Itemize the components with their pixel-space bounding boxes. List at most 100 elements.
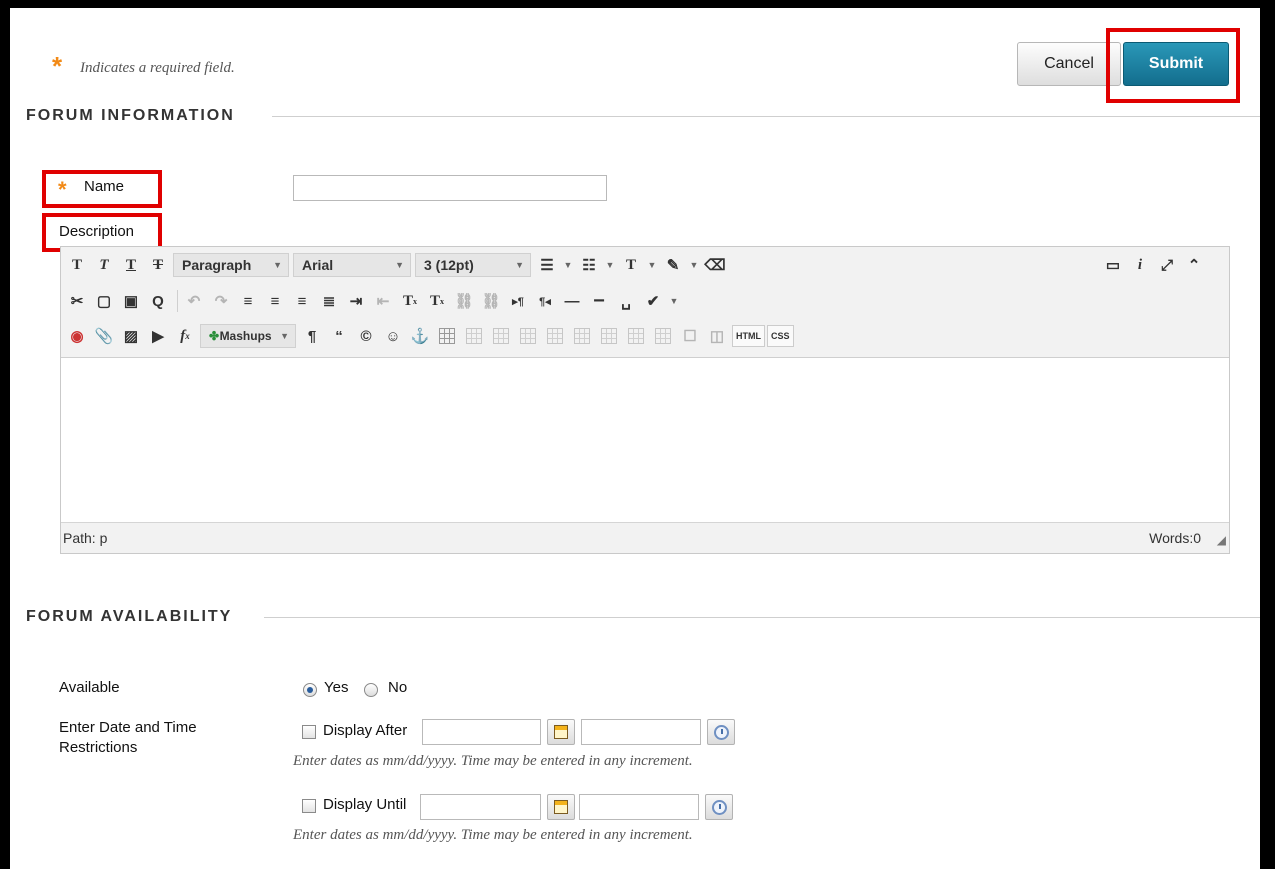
paste-icon[interactable]: ▣ [119, 289, 143, 313]
forum-availability-heading: FORUM AVAILABILITY [26, 608, 233, 625]
align-right-icon[interactable]: ≡ [290, 289, 314, 313]
align-justify-icon[interactable]: ≣ [317, 289, 341, 313]
chevron-down-icon[interactable]: ▼ [604, 260, 616, 270]
required-star-icon: * [58, 177, 67, 202]
submit-highlight-box [1106, 28, 1240, 103]
nonbreaking-space-icon[interactable]: ␣ [614, 289, 638, 313]
table-grid-glyph [601, 328, 617, 344]
html-source-button[interactable]: HTML [732, 325, 765, 347]
indent-icon[interactable]: ⇥ [344, 289, 368, 313]
table-row-props-icon[interactable] [462, 324, 486, 348]
toolbar-row-1: T T T T Paragraph ▼ Arial ▼ 3 (12pt) ▼ ☰ ▼ ☷… [65, 251, 730, 279]
redo-icon[interactable]: ↷ [209, 289, 233, 313]
mashups-logo-icon: ✤ [209, 329, 220, 343]
record-media-icon[interactable]: ◉ [65, 324, 89, 348]
display-until-date-input[interactable] [420, 794, 541, 820]
paragraph-mark-icon[interactable]: ¶ [300, 324, 324, 348]
thick-rule-icon[interactable]: − [587, 289, 611, 313]
toolbar-right-icons: ▭ i ⤢ ⌃ [1101, 251, 1209, 279]
anchor-icon[interactable]: ⚓ [408, 324, 432, 348]
date-hint-text: Enter dates as mm/dd/yyyy. Time may be e… [293, 753, 693, 769]
undo-icon[interactable]: ↶ [182, 289, 206, 313]
resize-handle-icon[interactable]: ◢ [1217, 533, 1226, 547]
fullscreen-icon[interactable]: ⤢ [1155, 253, 1179, 277]
display-until-time-input[interactable] [579, 794, 699, 820]
calendar-icon [554, 800, 568, 814]
outdent-icon[interactable]: ⇤ [371, 289, 395, 313]
insert-link-icon[interactable]: ⛓ [452, 289, 476, 313]
chevron-down-icon[interactable]: ▼ [646, 260, 658, 270]
collapse-toolbar-icon[interactable]: ⌃ [1182, 253, 1206, 277]
available-no-radio[interactable] [364, 683, 378, 697]
available-yes-label: Yes [324, 679, 349, 696]
insert-col-after-icon[interactable] [624, 324, 648, 348]
highlight-pen-icon[interactable]: ✎ [661, 253, 685, 277]
table-grid-glyph [493, 328, 509, 344]
superscript-icon[interactable]: Tx [398, 289, 422, 313]
split-cells-icon[interactable]: ☐ [678, 324, 702, 348]
name-input[interactable] [293, 175, 607, 201]
insert-media-icon[interactable]: ▶ [146, 324, 170, 348]
table-cell-props-icon[interactable] [489, 324, 513, 348]
blockquote-icon[interactable]: “ [327, 324, 351, 348]
display-until-calendar-button[interactable] [547, 794, 575, 820]
preview-monitor-icon[interactable]: ▭ [1101, 253, 1125, 277]
numbered-list-icon[interactable]: ☷ [577, 253, 601, 277]
available-yes-radio[interactable] [303, 683, 317, 697]
date-hint-text: Enter dates as mm/dd/yyyy. Time may be e… [293, 827, 693, 843]
font-size-select[interactable]: 3 (12pt) ▼ [415, 253, 531, 277]
insert-image-icon[interactable]: ▨ [119, 324, 143, 348]
rtl-direction-icon[interactable]: ¶◂ [533, 289, 557, 313]
table-grid-glyph [466, 328, 482, 344]
display-after-checkbox[interactable] [302, 725, 316, 739]
chevron-down-icon[interactable]: ▼ [668, 296, 680, 306]
display-after-calendar-button[interactable] [547, 719, 575, 745]
align-center-icon[interactable]: ≡ [263, 289, 287, 313]
chevron-down-icon[interactable]: ▼ [562, 260, 574, 270]
delete-col-icon[interactable] [651, 324, 675, 348]
delete-row-icon[interactable] [570, 324, 594, 348]
eraser-icon[interactable]: ⌫ [703, 253, 727, 277]
align-left-icon[interactable]: ≡ [236, 289, 260, 313]
paragraph-format-select[interactable]: Paragraph ▼ [173, 253, 289, 277]
available-no-label: No [388, 679, 408, 696]
bullet-list-icon[interactable]: ☰ [535, 253, 559, 277]
display-until-checkbox[interactable] [302, 799, 316, 813]
info-icon[interactable]: i [1128, 253, 1152, 277]
insert-row-before-icon[interactable] [516, 324, 540, 348]
display-until-time-button[interactable] [705, 794, 733, 820]
unlink-icon[interactable]: ⛓ [479, 289, 503, 313]
cut-icon[interactable]: ✂ [65, 289, 89, 313]
description-editor: T T T T Paragraph ▼ Arial ▼ 3 (12pt) ▼ ☰ ▼ ☷… [60, 246, 1230, 554]
strikethrough-icon[interactable]: T [146, 253, 170, 277]
css-button[interactable]: CSS [767, 325, 794, 347]
mashups-select[interactable]: ✤ Mashups ▼ [200, 324, 296, 348]
mashups-label: Mashups [219, 329, 272, 343]
chevron-down-icon[interactable]: ▼ [688, 260, 700, 270]
insert-row-after-icon[interactable] [543, 324, 567, 348]
italic-icon[interactable]: T [92, 253, 116, 277]
table-grid-glyph [628, 328, 644, 344]
copy-icon[interactable]: ▢ [92, 289, 116, 313]
ltr-direction-icon[interactable]: ▸¶ [506, 289, 530, 313]
editor-content-area[interactable] [61, 357, 1229, 523]
underline-icon[interactable]: T [119, 253, 143, 277]
math-formula-icon[interactable]: fx [173, 324, 197, 348]
display-after-time-input[interactable] [581, 719, 701, 745]
subscript-icon[interactable]: Tx [425, 289, 449, 313]
font-family-select[interactable]: Arial ▼ [293, 253, 411, 277]
bold-icon[interactable]: T [65, 253, 89, 277]
display-after-label: Display After [323, 722, 408, 739]
merge-cells-icon[interactable]: ◫ [705, 324, 729, 348]
display-after-time-button[interactable] [707, 719, 735, 745]
text-color-icon[interactable]: T [619, 253, 643, 277]
display-after-date-input[interactable] [422, 719, 541, 745]
attachment-icon[interactable]: 📎 [92, 324, 116, 348]
copyright-icon[interactable]: © [354, 324, 378, 348]
horizontal-rule-icon[interactable]: — [560, 289, 584, 313]
insert-table-icon[interactable] [435, 324, 459, 348]
spellcheck-icon[interactable]: ✔ [641, 289, 665, 313]
emoticon-icon[interactable]: ☺ [381, 324, 405, 348]
find-replace-icon[interactable]: Q [146, 289, 170, 313]
insert-col-before-icon[interactable] [597, 324, 621, 348]
